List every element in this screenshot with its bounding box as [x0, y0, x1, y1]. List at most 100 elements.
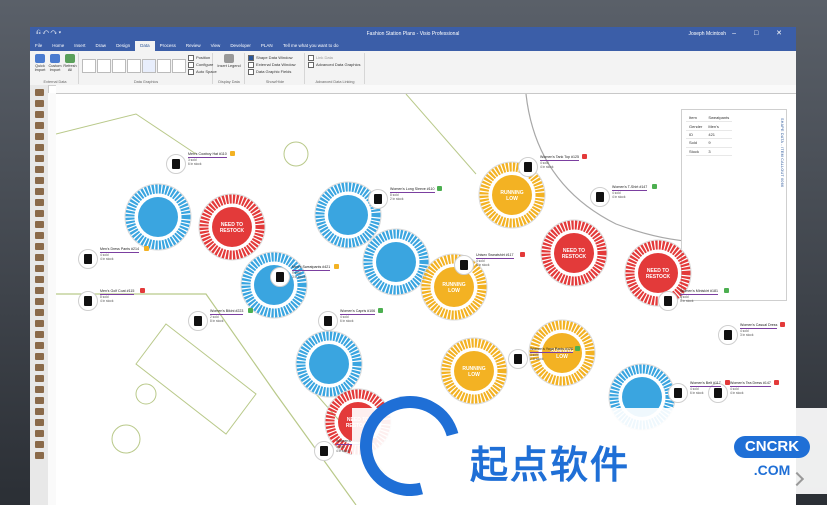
callout-item-name: Women's Yoga Pants #126	[530, 347, 573, 351]
garment-silhouette	[460, 260, 468, 270]
item-callout[interactable]: Women's Long Sleeve #110 8 sold 2 in stock	[390, 187, 435, 201]
stock-gauge[interactable]	[295, 330, 363, 398]
gauge-label: RESTOCK	[220, 228, 245, 234]
item-callout[interactable]: Men's Cowboy Hat #110 3 sold 6 in stock	[188, 152, 227, 166]
callout-stock: 8 in stock	[210, 319, 224, 323]
shirt-icon	[454, 255, 474, 275]
watermark-text: 起点软件	[470, 443, 631, 487]
status-flag-icon	[724, 380, 730, 385]
status-flag-icon	[378, 308, 384, 313]
callout-stock: 4 in stock	[476, 263, 490, 267]
callout-stock: 6 in stock	[188, 162, 202, 166]
garment-silhouette	[320, 446, 328, 456]
item-callout[interactable]: Men's Golf Coat #115 8 sold 4 in stock	[100, 289, 135, 303]
garment-silhouette	[596, 192, 604, 202]
shirt-icon	[270, 267, 290, 287]
callout-stock: 2 in stock	[530, 357, 544, 361]
shirt-icon	[508, 349, 528, 369]
callout-stock: 3 in stock	[740, 333, 754, 337]
garment-silhouette	[324, 316, 332, 326]
stock-gauge[interactable]: NEED TORESTOCK	[540, 219, 608, 287]
item-callout[interactable]: Women's Bikini #223 2 sold 8 in stock	[210, 309, 244, 323]
callout-stock: 4 in stock	[100, 257, 114, 261]
garment-silhouette	[84, 254, 92, 264]
garment-silhouette	[374, 194, 382, 204]
shirt-icon	[78, 249, 98, 269]
status-flag-icon	[333, 264, 339, 269]
gauge-label: LOW	[448, 288, 460, 294]
garment-silhouette	[664, 296, 672, 306]
callout-item-name: Men's Dress Pants #214	[100, 247, 140, 251]
callout-item-name: Women's Miniskirt #181	[680, 289, 718, 293]
gauge-center	[376, 242, 416, 282]
callout-item-name: Women's Tank Top #125	[540, 155, 580, 159]
garment-silhouette	[194, 316, 202, 326]
gauge-center	[138, 197, 178, 237]
status-flag-icon	[248, 308, 254, 313]
status-flag-icon	[723, 288, 729, 293]
gauge-label: RESTOCK	[562, 254, 587, 260]
gauge-label: RESTOCK	[646, 274, 671, 280]
callout-item-name: Women's Belt #117	[690, 381, 721, 385]
item-callout[interactable]: Women's Tank Top #125 4 sold 4 in stock	[540, 155, 580, 169]
shirt-icon	[188, 311, 208, 331]
stock-gauge[interactable]: NEED TORESTOCK	[198, 193, 266, 261]
garment-silhouette	[84, 296, 92, 306]
status-flag-icon	[143, 246, 149, 251]
gauge-label: LOW	[506, 196, 518, 202]
callout-item-name: Men's Golf Coat #115	[100, 289, 135, 293]
item-callout[interactable]: Men's Dress Pants #214 4 sold 4 in stock	[100, 247, 140, 261]
callout-stock: 4 in stock	[100, 299, 114, 303]
status-flag-icon	[519, 252, 525, 257]
shirt-icon	[718, 325, 738, 345]
shirt-icon	[658, 291, 678, 311]
callout-stock: 5 in stock	[680, 299, 694, 303]
garment-silhouette	[724, 330, 732, 340]
callout-stock: 4 in stock	[540, 165, 554, 169]
shirt-icon	[314, 441, 334, 461]
callout-item-name: Women's Tea Dress #147	[730, 381, 771, 385]
status-flag-icon	[780, 322, 785, 327]
callout-item-name: Women's Bikini #223	[210, 309, 244, 313]
stock-gauge[interactable]	[362, 228, 430, 296]
callout-stock: 3 in stock	[292, 275, 306, 279]
callout-stock: 4 in stock	[612, 195, 626, 199]
shirt-icon	[518, 157, 538, 177]
shirt-icon	[318, 311, 338, 331]
shirt-icon	[590, 187, 610, 207]
watermark-badge: CNCRK	[734, 436, 810, 458]
item-callout[interactable]: Women's Casual Dress 4 sold 3 in stock	[740, 323, 778, 337]
status-flag-icon	[773, 380, 779, 385]
callout-item-name: Unisex Sweatshirt #117	[476, 253, 514, 257]
watermark: 起点软件 CNCRK .COM	[341, 377, 827, 514]
callout-item-name: Women's Casual Dress	[740, 323, 778, 327]
item-callout[interactable]: Women's T-Shirt #147 4 sold 4 in stock	[612, 185, 648, 199]
shirt-icon	[78, 291, 98, 311]
stock-gauge[interactable]	[124, 183, 192, 251]
status-flag-icon	[437, 186, 443, 191]
status-flag-icon	[229, 151, 235, 156]
garment-silhouette	[514, 354, 522, 364]
item-callout[interactable]: Men's Sweatpants #421 9 sold 3 in stock	[292, 265, 331, 279]
item-callout[interactable]: Women's Yoga Pants #126 3 sold 2 in stock	[530, 347, 573, 361]
callout-item-name: Men's Cowboy Hat #110	[188, 152, 227, 156]
status-flag-icon	[575, 346, 581, 351]
garment-silhouette	[524, 162, 532, 172]
callout-item-name: Women's Long Sleeve #110	[390, 187, 435, 191]
shirt-icon	[368, 189, 388, 209]
gauge-center	[309, 344, 349, 384]
item-callout[interactable]: Women's Miniskirt #181 4 sold 5 in stock	[680, 289, 718, 303]
gauge-label: LOW	[468, 372, 480, 378]
item-callout[interactable]: Women's Capris #106 4 sold 6 in stock	[340, 309, 376, 323]
item-callout[interactable]: Unisex Sweatshirt #117 4 sold 4 in stock	[476, 253, 514, 267]
callout-stock: 2 in stock	[390, 197, 404, 201]
garment-silhouette	[276, 272, 284, 282]
callout-item-name: Men's Sweatpants #421	[292, 265, 331, 269]
status-flag-icon	[140, 288, 145, 293]
status-flag-icon	[652, 184, 657, 189]
shirt-icon	[166, 154, 186, 174]
garment-silhouette	[172, 159, 180, 169]
callout-item-name: Women's Capris #106	[340, 309, 376, 313]
status-flag-icon	[581, 154, 587, 159]
callout-stock: 6 in stock	[340, 319, 354, 323]
